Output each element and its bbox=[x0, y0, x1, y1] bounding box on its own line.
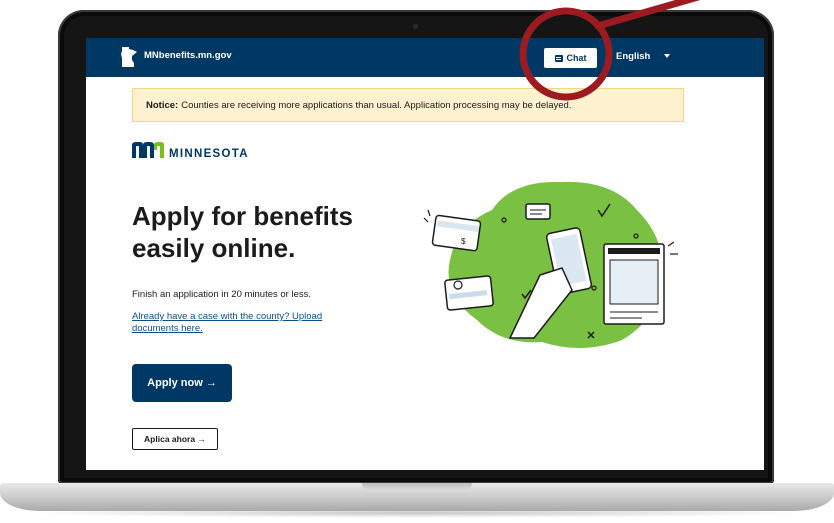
title-line-2: easily online. bbox=[132, 233, 296, 263]
site-header: MNbenefits.mn.gov Chat English bbox=[86, 38, 764, 77]
webcam bbox=[413, 24, 418, 29]
chevron-down-icon[interactable] bbox=[664, 54, 670, 58]
aplica-ahora-button[interactable]: Aplica ahora → bbox=[132, 428, 218, 450]
notice-banner: Notice: Counties are receiving more appl… bbox=[132, 88, 684, 122]
chat-button[interactable]: Chat bbox=[544, 48, 597, 68]
notice-text: Counties are receiving more applications… bbox=[181, 99, 572, 111]
browser-viewport: MNbenefits.mn.gov Chat English Notice: C… bbox=[86, 38, 764, 470]
notice-label: Notice: bbox=[146, 99, 179, 111]
language-selector[interactable]: English bbox=[616, 51, 650, 62]
upload-documents-link[interactable]: Already have a case with the county? Upl… bbox=[132, 311, 362, 335]
laptop-base bbox=[0, 483, 834, 511]
hero-illustration: $ bbox=[423, 181, 678, 349]
apply-now-button[interactable]: Apply now → bbox=[132, 364, 232, 402]
svg-text:$: $ bbox=[461, 237, 466, 246]
chat-button-label: Chat bbox=[566, 53, 587, 63]
mn-logo-icon bbox=[132, 142, 164, 158]
page-title: Apply for benefits easily online. bbox=[132, 200, 392, 264]
chat-icon bbox=[554, 54, 563, 62]
site-name-link[interactable]: MNbenefits.mn.gov bbox=[144, 50, 232, 61]
hero-subtitle: Finish an application in 20 minutes or l… bbox=[132, 289, 312, 300]
laptop-notch bbox=[362, 483, 472, 490]
minnesota-state-icon[interactable] bbox=[120, 46, 138, 68]
title-line-1: Apply for benefits bbox=[132, 201, 354, 231]
minnesota-wordmark: MINNESOTA bbox=[169, 148, 249, 160]
